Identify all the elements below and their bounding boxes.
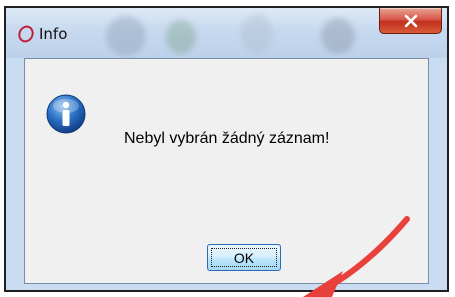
ok-button[interactable]: OK bbox=[207, 244, 281, 271]
glass-blur-decoration bbox=[166, 20, 196, 54]
glass-blur-decoration bbox=[321, 18, 355, 54]
app-ring-icon bbox=[18, 25, 34, 43]
glass-blur-decoration bbox=[106, 16, 146, 56]
close-button[interactable] bbox=[379, 8, 442, 34]
red-arrow-annotation bbox=[303, 216, 410, 297]
close-icon bbox=[404, 14, 417, 27]
dialog-content: Nebyl vybrán žádný záznam! OK bbox=[24, 58, 429, 297]
dialog-window: Info Nebyl vybrán žádný záznam! OK bbox=[4, 6, 449, 297]
dialog-message: Nebyl vybrán žádný záznam! bbox=[124, 130, 330, 147]
title-bar[interactable]: Info bbox=[6, 8, 447, 58]
glass-blur-decoration bbox=[241, 14, 273, 54]
info-icon bbox=[46, 94, 86, 134]
window-title: Info bbox=[39, 25, 68, 43]
screenshot-canvas: Info Nebyl vybrán žádný záznam! OK bbox=[0, 0, 455, 297]
ok-button-label: OK bbox=[233, 249, 255, 266]
